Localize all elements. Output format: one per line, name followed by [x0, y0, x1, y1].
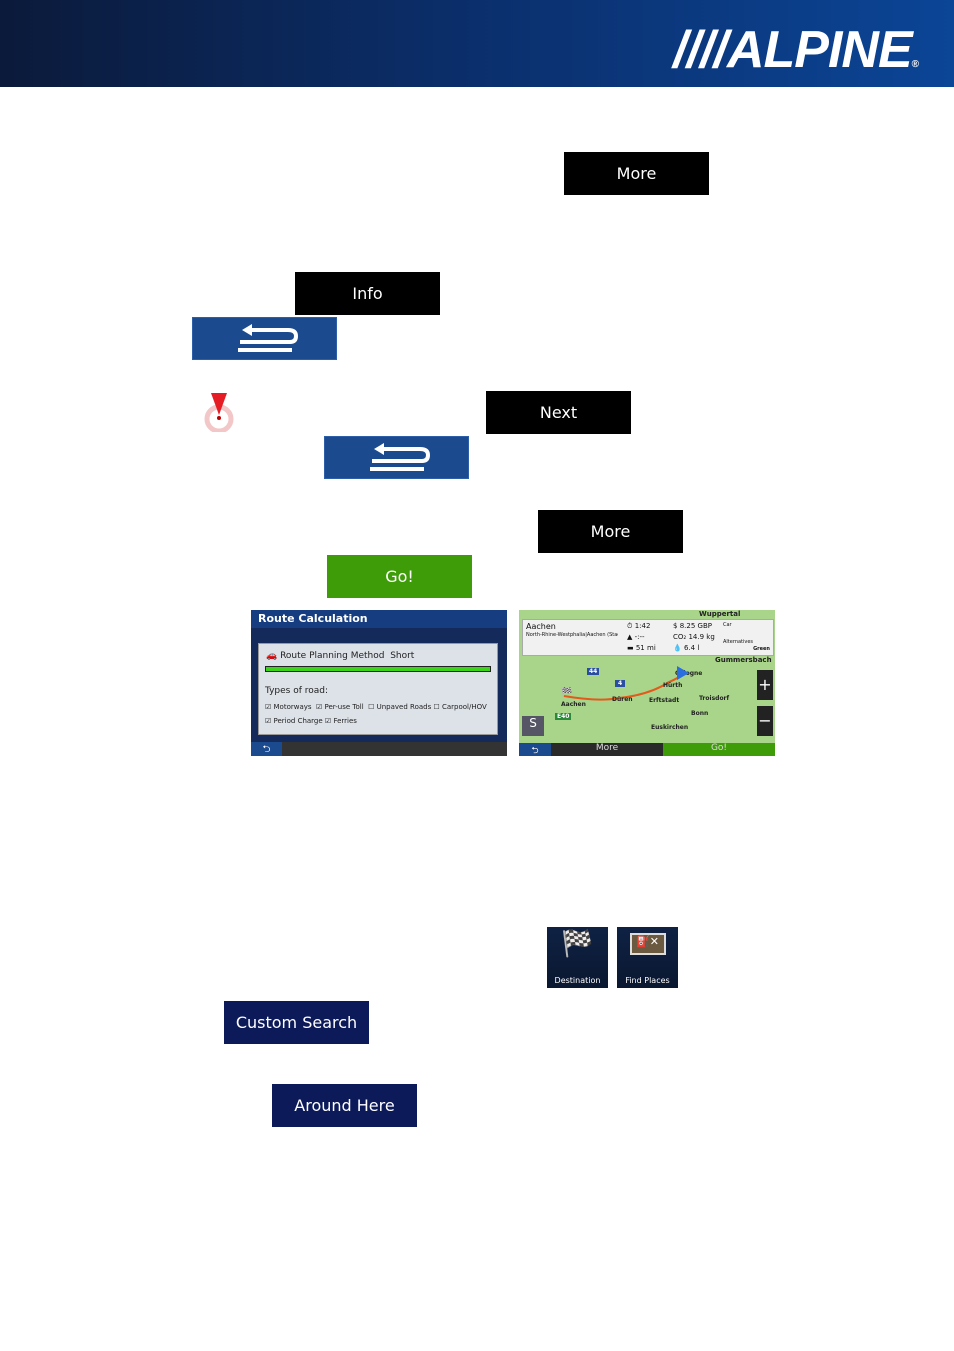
footer-bar: ⮌	[251, 742, 507, 756]
screen-title: Route Calculation	[251, 610, 507, 628]
co2: CO₂ 14.9 kg	[673, 633, 715, 641]
city-label: Erftstadt	[649, 697, 680, 704]
destination-label: Destination	[554, 976, 601, 985]
custom-search-button[interactable]: Custom Search	[224, 1001, 369, 1044]
more-button[interactable]: More	[551, 743, 663, 756]
eta: ▲ -:--	[627, 633, 645, 641]
go-button[interactable]: Go!	[663, 743, 775, 756]
back-button[interactable]: ⮌	[251, 742, 282, 756]
header-banner: ////ALPINE®	[0, 0, 954, 87]
route-map-screenshot: Wuppertal Aachen North-Rhine-Westphalia|…	[519, 610, 775, 756]
types-label: Types of road:	[265, 686, 329, 696]
road-sign: 44	[587, 668, 600, 675]
road-sign: E40	[555, 713, 572, 720]
around-here-button[interactable]: Around Here	[272, 1084, 417, 1127]
info-button[interactable]: Info	[295, 272, 440, 315]
back-button[interactable]	[324, 436, 469, 479]
cost: $ 8.25 GBP	[673, 622, 712, 630]
zoom-out-button[interactable]: −	[757, 706, 773, 736]
method-row: 🚗 Route Planning Method Short	[266, 651, 415, 661]
fuel: 💧 6.4 l	[673, 644, 700, 652]
city-label: Euskirchen	[651, 724, 689, 731]
go-button[interactable]: Go!	[327, 555, 472, 598]
destination-address: North-Rhine-Westphalia|Aachen (Stadt) |N…	[526, 632, 618, 638]
checkbox-period-charge[interactable]: ☑ Period Charge	[265, 717, 323, 725]
checkbox-motorways[interactable]: ☑ Motorways	[265, 703, 312, 711]
warning-pin-icon	[200, 390, 238, 434]
alternatives-button[interactable]: Alternatives	[723, 639, 753, 645]
route-info-panel: Aachen North-Rhine-Westphalia|Aachen (St…	[522, 619, 774, 656]
road-types: ☑ Motorways ☑ Per-use Toll ☐ Unpaved Roa…	[265, 700, 501, 728]
route-type: Green	[753, 646, 770, 652]
destination-name: Aachen	[526, 622, 556, 631]
checkbox-ferries[interactable]: ☑ Ferries	[325, 717, 357, 725]
back-arrow-icon	[237, 323, 298, 352]
time: ⏱ 1:42	[627, 622, 651, 630]
route-overview-icon[interactable]: S	[522, 716, 544, 736]
signpost-icon: ⛽✕	[629, 933, 666, 955]
route-calculation-screenshot: Route Calculation 🚗 Route Planning Metho…	[251, 610, 507, 756]
back-button[interactable]	[192, 317, 337, 360]
route-calc-panel: 🚗 Route Planning Method Short Types of r…	[258, 643, 498, 735]
more-button[interactable]: More	[538, 510, 683, 553]
city-label: Wuppertal	[699, 610, 741, 618]
city-label: Gummersbach	[715, 656, 772, 664]
city-label: Bonn	[691, 710, 709, 717]
back-button[interactable]: ⮌	[519, 743, 551, 756]
checkered-flag-icon: 🏁	[561, 929, 594, 959]
progress-bar	[265, 666, 491, 672]
find-places-label: Find Places	[625, 976, 670, 985]
find-places-button[interactable]: ⛽✕ Find Places	[617, 927, 678, 988]
position-arrow-icon	[677, 666, 689, 680]
city-label: Hürth	[663, 682, 683, 689]
footer-bar: ⮌ More Go!	[519, 743, 775, 756]
back-arrow-icon	[369, 442, 430, 471]
zoom-in-button[interactable]: +	[757, 670, 773, 700]
city-label: Troisdorf	[699, 695, 730, 702]
vehicle: Car	[723, 622, 732, 628]
checkbox-unpaved[interactable]: ☐ Unpaved Roads	[368, 703, 431, 711]
more-button[interactable]: More	[564, 152, 709, 195]
checkbox-toll[interactable]: ☑ Per-use Toll	[316, 703, 364, 711]
checkered-flag-icon: 🏁	[561, 688, 573, 698]
alpine-logo: ////ALPINE®	[673, 21, 919, 79]
destination-menu-button[interactable]: 🏁 Destination	[547, 927, 608, 988]
checkbox-carpool[interactable]: ☐ Carpool/HOV	[433, 703, 486, 711]
next-button[interactable]: Next	[486, 391, 631, 434]
city-label: Düren	[612, 696, 633, 703]
road-sign: 4	[615, 680, 626, 687]
distance: ▬ 51 mi	[627, 644, 656, 652]
city-label: Aachen	[561, 701, 586, 708]
